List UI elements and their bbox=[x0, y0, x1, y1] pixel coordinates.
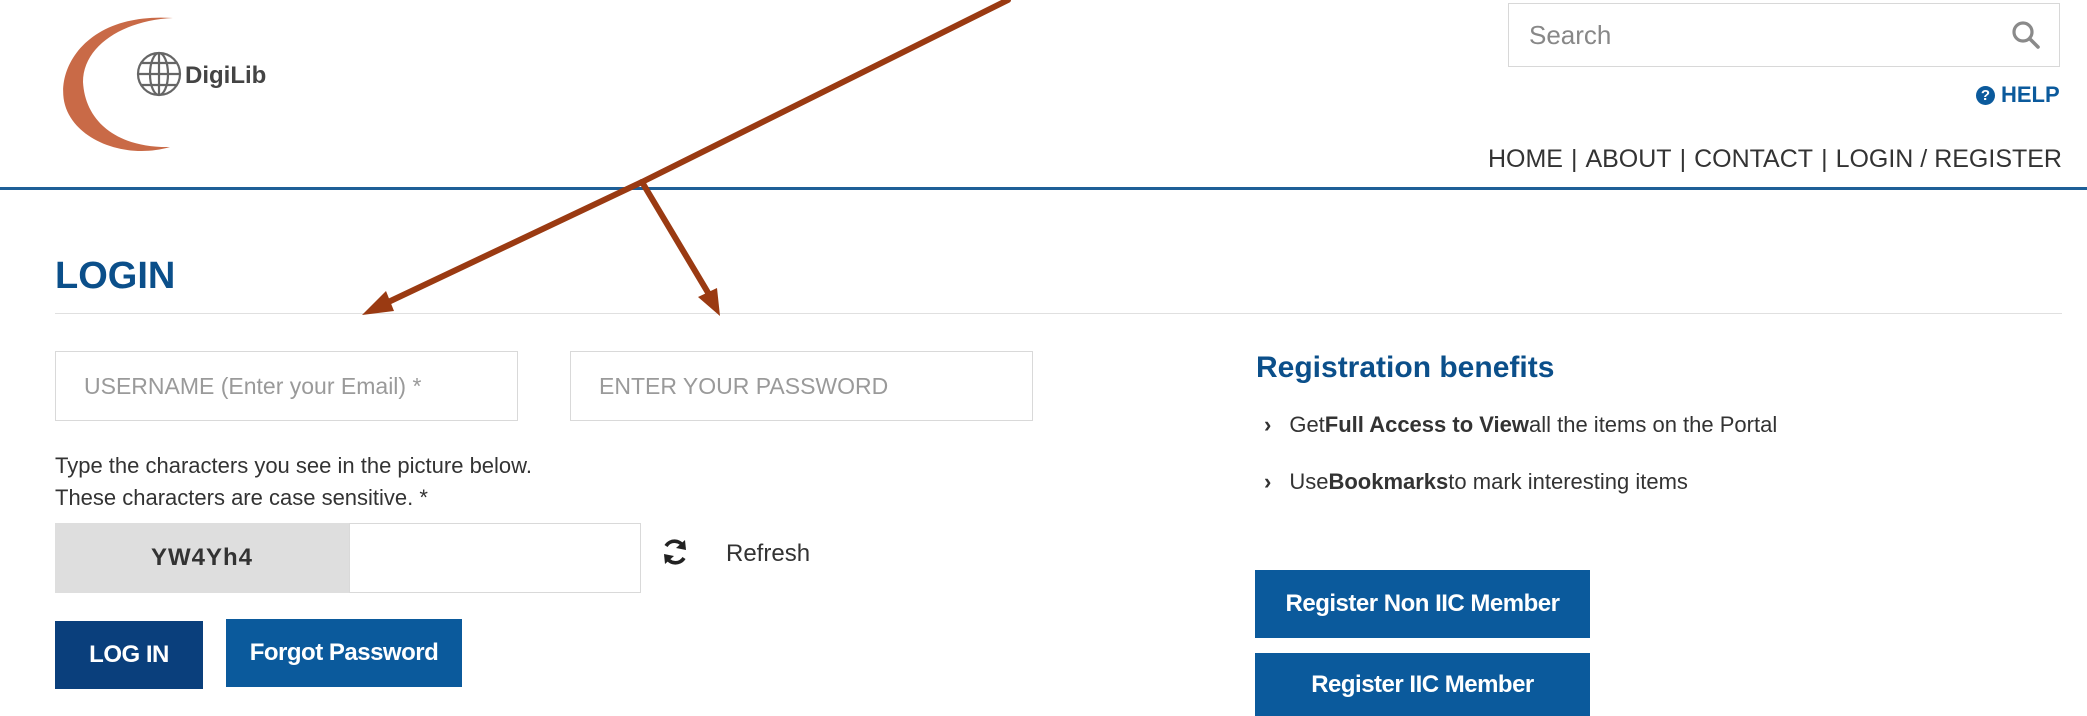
benefit-item: › Get Full Access to View all the items … bbox=[1264, 412, 1777, 438]
register-member-button[interactable]: Register IIC Member bbox=[1255, 653, 1590, 716]
benefit-highlight: Full Access to View bbox=[1324, 412, 1529, 437]
captcha-instruction-line: These characters are case sensitive. * bbox=[55, 485, 428, 510]
password-field[interactable] bbox=[570, 351, 1033, 421]
annotation-arrowhead bbox=[362, 291, 394, 315]
title-divider bbox=[55, 313, 2062, 314]
registration-benefits-title: Registration benefits bbox=[1256, 351, 1555, 384]
benefit-prefix: Use bbox=[1289, 469, 1329, 494]
logo-text: DigiLib bbox=[185, 62, 267, 89]
username-field[interactable] bbox=[55, 351, 518, 421]
captcha-instruction-line: Type the characters you see in the pictu… bbox=[55, 453, 532, 478]
refresh-button[interactable]: Refresh bbox=[726, 540, 810, 568]
header-divider bbox=[0, 187, 2087, 190]
nav-separator: | bbox=[1679, 145, 1687, 173]
forgot-password-button[interactable]: Forgot Password bbox=[226, 619, 462, 687]
annotation-arrowhead bbox=[698, 288, 720, 316]
benefit-highlight: Bookmarks bbox=[1328, 469, 1449, 494]
login-button[interactable]: LOG IN bbox=[55, 621, 203, 689]
nav-separator: | bbox=[1821, 145, 1828, 173]
nav-about[interactable]: ABOUT bbox=[1585, 145, 1671, 174]
captcha-input[interactable] bbox=[349, 523, 641, 593]
captcha-image: YW4Yh4 bbox=[55, 523, 349, 593]
globe-icon bbox=[136, 51, 182, 97]
search-icon[interactable] bbox=[2011, 20, 2041, 50]
chevron-right-icon: › bbox=[1264, 469, 1272, 494]
main-nav: HOME | ABOUT | CONTACT | LOGIN / REGISTE… bbox=[1488, 145, 2062, 174]
chevron-right-icon: › bbox=[1264, 412, 1272, 437]
benefit-suffix: to mark interesting items bbox=[1448, 469, 1688, 494]
register-non-member-button[interactable]: Register Non IIC Member bbox=[1255, 570, 1590, 638]
nav-home[interactable]: HOME bbox=[1488, 145, 1563, 174]
benefit-suffix: all the items on the Portal bbox=[1528, 412, 1778, 437]
search-input[interactable] bbox=[1509, 4, 1989, 66]
annotation-arrow-line bbox=[639, 0, 1011, 185]
annotation-arrow-line bbox=[379, 179, 645, 308]
annotation-arrow-line bbox=[639, 179, 713, 299]
nav-contact[interactable]: CONTACT bbox=[1694, 145, 1813, 174]
nav-login-register[interactable]: LOGIN / REGISTER bbox=[1836, 145, 2062, 174]
captcha-instructions: Type the characters you see in the pictu… bbox=[55, 450, 532, 514]
nav-separator: | bbox=[1570, 145, 1578, 173]
question-circle-icon: ? bbox=[1976, 85, 1995, 105]
page-title: LOGIN bbox=[55, 255, 176, 297]
benefit-prefix: Get bbox=[1289, 412, 1325, 437]
benefit-item: › Use Bookmarks to mark interesting item… bbox=[1264, 469, 1688, 495]
help-link[interactable]: ? HELP bbox=[1976, 82, 2060, 108]
help-label: HELP bbox=[2001, 82, 2060, 107]
search-box bbox=[1508, 3, 2060, 67]
refresh-icon[interactable] bbox=[660, 537, 690, 567]
